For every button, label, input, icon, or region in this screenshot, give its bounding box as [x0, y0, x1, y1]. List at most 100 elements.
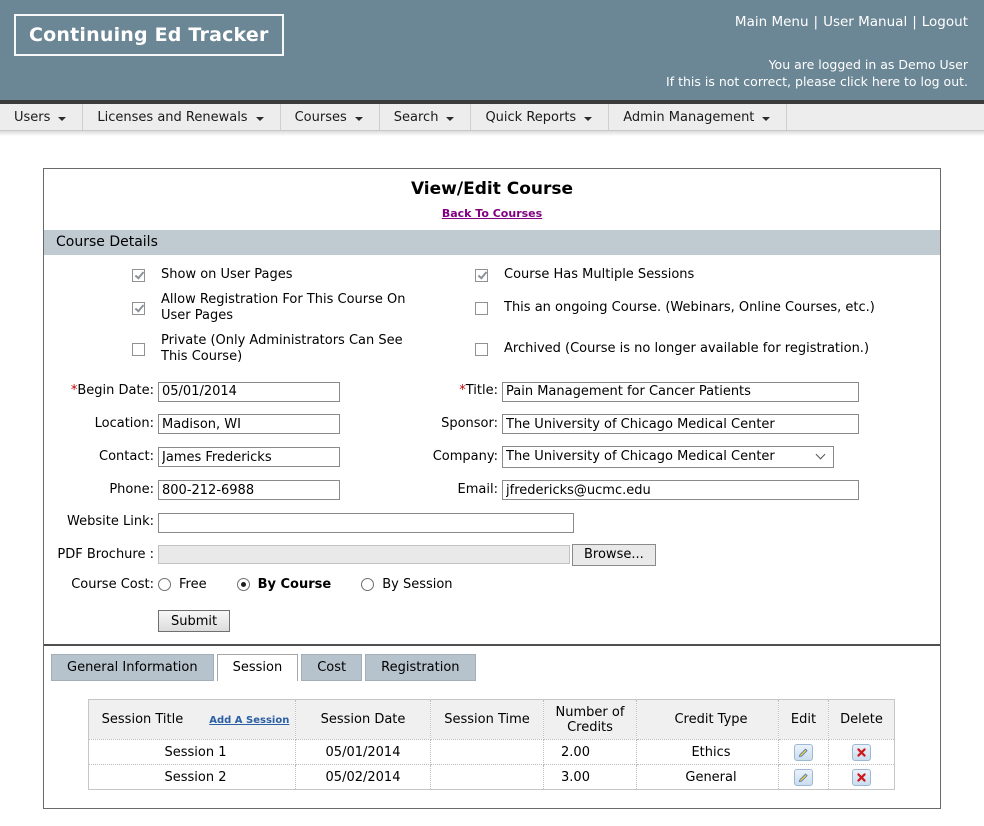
begin-date-label-text: Begin Date: — [77, 383, 154, 398]
archived-course-label: Archived (Course is no longer available … — [504, 341, 869, 357]
menu-shadow — [0, 131, 984, 136]
submit-button[interactable]: Submit — [158, 610, 230, 632]
view-edit-course-panel: View/Edit Course Back To Courses Course … — [43, 168, 941, 809]
pdf-brochure-file-field[interactable] — [158, 545, 570, 564]
field-control — [498, 479, 940, 501]
session-time-cell — [431, 740, 544, 765]
logout-link[interactable]: Logout — [922, 14, 968, 30]
field-row: Contact: Company: The University of Chic… — [44, 445, 940, 468]
back-to-courses-link[interactable]: Back To Courses — [442, 207, 542, 220]
contact-label: Contact: — [44, 449, 154, 464]
number-of-credits-header: Number of Credits — [544, 700, 637, 740]
session-time-header: Session Time — [431, 700, 544, 740]
tab-registration[interactable]: Registration — [365, 654, 475, 681]
session-title-header-text: Session Title — [102, 712, 184, 727]
menu-item-label: Admin Management — [623, 110, 754, 125]
table-row: Session 1 05/01/2014 2.00 Ethics — [89, 740, 895, 765]
course-cost-label: Course Cost: — [44, 577, 154, 592]
user-manual-link[interactable]: User Manual — [823, 14, 907, 30]
cost-free-radio[interactable] — [158, 578, 171, 591]
private-course-label: Private (Only Administrators Can See Thi… — [161, 333, 429, 365]
checkbox-row: Allow Registration For This Course On Us… — [44, 292, 940, 324]
session-title-cell: Session 2 — [89, 765, 296, 790]
field-row: Location: Sponsor: — [44, 413, 940, 435]
cost-free-label: Free — [179, 577, 207, 592]
chevron-down-icon — [256, 117, 264, 121]
menu-item-users[interactable]: Users — [0, 104, 83, 130]
page-title: View/Edit Course — [44, 169, 940, 199]
login-note-prefix: If this is not correct, please — [666, 74, 840, 89]
private-course-checkbox[interactable] — [132, 343, 145, 356]
site-header: Continuing Ed Tracker Main Menu|User Man… — [0, 0, 984, 100]
title-input[interactable] — [502, 382, 859, 402]
field-control: The University of Chicago Medical Center — [498, 445, 940, 468]
login-status-text: You are logged in as Demo User — [666, 56, 968, 73]
tab-general-information[interactable]: General Information — [51, 654, 214, 681]
menu-item-courses[interactable]: Courses — [281, 104, 380, 130]
main-menu-link[interactable]: Main Menu — [735, 14, 809, 30]
cost-by-course-label: By Course — [258, 577, 332, 592]
tab-cost[interactable]: Cost — [301, 654, 362, 681]
pdf-brochure-label: PDF Brochure : — [44, 547, 154, 562]
field-row: *Begin Date: *Title: — [44, 380, 940, 402]
chevron-down-icon — [762, 117, 770, 121]
archived-course-checkbox[interactable] — [475, 343, 488, 356]
delete-cell — [829, 740, 895, 765]
cost-by-course-radio[interactable] — [237, 578, 250, 591]
add-a-session-link[interactable]: Add A Session — [209, 715, 289, 726]
menu-item-search[interactable]: Search — [380, 104, 472, 130]
chevron-down-icon — [446, 117, 454, 121]
login-note-suffix: to log out. — [900, 74, 968, 89]
location-input[interactable] — [158, 414, 340, 434]
click-here-logout-link[interactable]: click here — [840, 74, 900, 89]
phone-input[interactable] — [158, 480, 340, 500]
ongoing-course-label: This an ongoing Course. (Webinars, Onlin… — [504, 300, 875, 316]
show-on-user-pages-checkbox[interactable] — [132, 269, 145, 282]
begin-date-input[interactable] — [158, 382, 340, 402]
edit-header: Edit — [779, 700, 829, 740]
checkbox-cell: Archived (Course is no longer available … — [464, 333, 940, 365]
field-control: Browse... — [154, 544, 940, 566]
field-control — [154, 446, 352, 468]
course-fields: *Begin Date: *Title: Location: Sponsor: … — [44, 376, 940, 632]
menu-item-quick-reports[interactable]: Quick Reports — [471, 104, 609, 130]
edit-icon[interactable] — [794, 769, 813, 786]
website-link-input[interactable] — [158, 513, 574, 533]
course-flags: Show on User Pages Course Has Multiple S… — [44, 255, 940, 376]
ongoing-course-checkbox[interactable] — [475, 302, 488, 315]
phone-label: Phone: — [44, 482, 154, 497]
multiple-sessions-checkbox[interactable] — [475, 269, 488, 282]
session-title-cell: Session 1 — [89, 740, 296, 765]
contact-input[interactable] — [158, 447, 340, 467]
credit-type-header: Credit Type — [637, 700, 779, 740]
delete-icon[interactable] — [852, 744, 871, 761]
field-row: PDF Brochure : Browse... — [44, 544, 940, 566]
allow-registration-checkbox[interactable] — [132, 302, 145, 315]
menu-item-label: Licenses and Renewals — [97, 110, 247, 125]
credits-cell: 2.00 — [544, 740, 637, 765]
sponsor-input[interactable] — [502, 414, 859, 434]
login-info: You are logged in as Demo User If this i… — [666, 56, 968, 90]
cost-by-session-radio[interactable] — [361, 578, 374, 591]
email-input[interactable] — [502, 480, 859, 500]
edit-cell — [779, 765, 829, 790]
delete-icon[interactable] — [852, 769, 871, 786]
submit-row: Submit — [158, 610, 940, 633]
tab-session[interactable]: Session — [217, 654, 299, 681]
company-label: Company: — [352, 449, 498, 464]
credit-type-cell: General — [637, 765, 779, 790]
menu-item-licenses-and-renewals[interactable]: Licenses and Renewals — [83, 104, 280, 130]
menu-item-admin-management[interactable]: Admin Management — [609, 104, 787, 130]
allow-registration-label: Allow Registration For This Course On Us… — [161, 292, 429, 324]
course-cost-options: Free By Course By Session — [154, 577, 940, 592]
browse-button[interactable]: Browse... — [572, 544, 656, 566]
session-title-header: Session Title Add A Session — [89, 700, 296, 740]
field-row: Phone: Email: — [44, 479, 940, 501]
link-separator: | — [814, 14, 819, 30]
title-label: *Title: — [352, 383, 498, 398]
company-select[interactable]: The University of Chicago Medical Center — [502, 446, 834, 468]
checkbox-cell: Private (Only Administrators Can See Thi… — [44, 333, 464, 365]
edit-icon[interactable] — [794, 744, 813, 761]
delete-header: Delete — [829, 700, 895, 740]
sessions-table-wrap: Session TitleAdd A Session Session Date … — [88, 699, 940, 790]
